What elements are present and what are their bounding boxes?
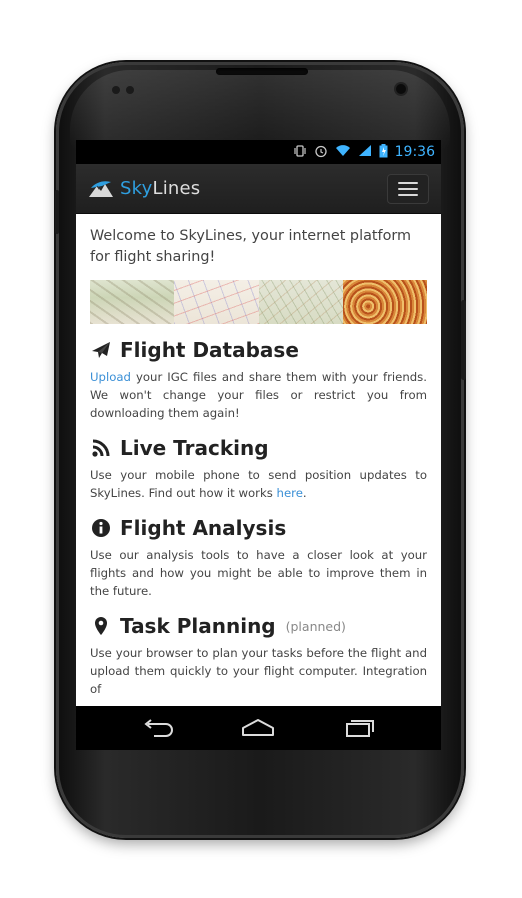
section-text-end: . [302,486,307,500]
section-flight-analysis: Flight Analysis Use our analysis tools t… [90,516,427,600]
hamburger-menu-icon[interactable] [387,174,429,204]
brand-sky: Sky [120,178,153,199]
section-title: Live Tracking [120,436,269,460]
volume-button[interactable] [55,190,59,234]
rss-icon [90,438,112,458]
section-heading: Flight Database [90,338,427,362]
menu-bar [398,194,418,196]
section-text: your IGC files and share them with your … [90,370,427,420]
signal-icon [358,144,372,160]
section-body: Use your browser to plan your tasks befo… [90,646,427,696]
brand-name: SkyLines [120,178,200,199]
upload-link[interactable]: Upload [90,370,131,384]
map-tile [342,280,427,324]
phone-sensor [126,86,134,94]
power-button[interactable] [461,300,466,380]
planned-note: (planned) [285,618,346,634]
menu-bar [398,188,418,190]
section-title: Task Planning [120,614,276,638]
map-marker-icon [90,616,112,636]
section-task-planning: Task Planning (planned) Use your browser… [90,614,427,698]
section-body: Upload your IGC files and share them wit… [90,368,427,422]
brand-lines: Lines [152,178,201,199]
alarm-icon [314,144,328,161]
section-text: Use your mobile phone to send position u… [90,468,427,500]
map-tile [174,280,259,324]
status-time: 19:36 [394,144,435,160]
status-bar: 19:36 [76,140,441,164]
section-body: Use our analysis tools to have a closer … [90,548,427,598]
brand-link[interactable]: SkyLines [88,178,200,200]
phone-sensor [112,86,120,94]
home-icon[interactable] [233,713,283,743]
phone-screen: 19:36 SkyLines Welcome to SkyLines, your… [76,140,441,750]
menu-bar [398,182,418,184]
section-title: Flight Analysis [120,516,287,540]
recent-apps-icon[interactable] [335,713,385,743]
map-tile [90,280,175,324]
section-flight-database: Flight Database Upload your IGC files an… [90,338,427,422]
plane-icon [90,340,112,360]
skylines-logo-icon [88,178,114,200]
wifi-icon [335,144,351,160]
info-icon [90,518,112,538]
main-content: Welcome to SkyLines, your internet platf… [76,214,441,706]
android-nav-bar [76,706,441,750]
front-camera [396,84,406,94]
battery-icon [379,143,388,161]
phone-speaker [216,68,308,75]
section-live-tracking: Live Tracking Use your mobile phone to s… [90,436,427,502]
back-icon[interactable] [132,713,182,743]
section-heading: Live Tracking [90,436,427,460]
section-heading: Flight Analysis [90,516,427,540]
here-link[interactable]: here [277,486,303,500]
section-title: Flight Database [120,338,299,362]
section-heading: Task Planning (planned) [90,614,427,638]
welcome-text: Welcome to SkyLines, your internet platf… [90,228,412,265]
section-body: Use your mobile phone to send position u… [90,466,427,502]
map-tile [258,280,343,324]
vibrate-icon [293,144,307,161]
map-banner [90,280,427,324]
app-bar: SkyLines [76,164,441,214]
